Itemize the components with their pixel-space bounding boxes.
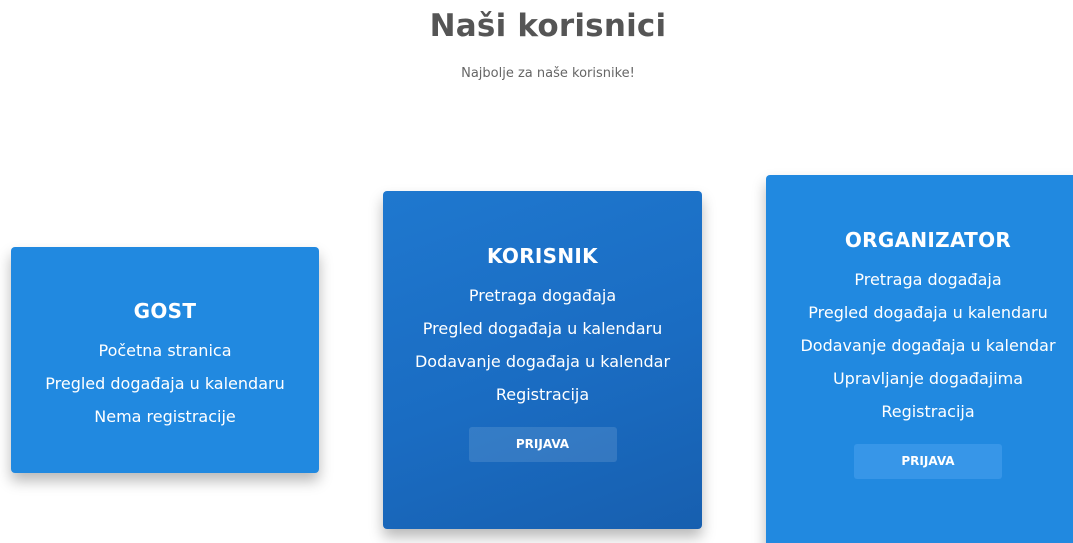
feature-item: Dodavanje događaja u kalendar: [800, 336, 1056, 355]
page: Naši korisnici Najbolje za naše korisnik…: [0, 0, 1073, 543]
feature-item: Pretraga događaja: [468, 286, 617, 305]
card-title: KORISNIK: [487, 244, 598, 268]
feature-list: Pretraga događaja Pregled događaja u kal…: [766, 269, 1073, 423]
feature-item: Registracija: [881, 402, 975, 421]
feature-item: Nema registracije: [94, 407, 236, 426]
feature-item: Pregled događaja u kalendaru: [422, 319, 663, 338]
page-subtitle: Najbolje za naše korisnike!: [461, 66, 635, 81]
feature-item: Pregled događaja u kalendaru: [808, 303, 1048, 322]
feature-item: Dodavanje događaja u kalendar: [414, 352, 671, 371]
feature-item: Pregled događaja u kalendaru: [45, 374, 285, 393]
prijava-button-organizator[interactable]: PRIJAVA: [854, 444, 1002, 479]
card-title: ORGANIZATOR: [844, 228, 1012, 252]
plan-card-gost: GOST Početna stranica Pregled događaja u…: [11, 247, 319, 473]
feature-item: Upravljanje događajima: [832, 369, 1024, 388]
prijava-button-korisnik[interactable]: PRIJAVA: [468, 427, 617, 462]
plan-card-organizator: ORGANIZATOR Pretraga događaja Pregled do…: [766, 175, 1073, 543]
feature-item: Početna stranica: [98, 341, 232, 360]
feature-item: Registracija: [495, 385, 590, 404]
section-header: Naši korisnici Najbolje za naše korisnik…: [0, 8, 1073, 81]
card-title: GOST: [133, 299, 197, 323]
feature-list: Pretraga događaja Pregled događaja u kal…: [383, 285, 702, 406]
feature-item: Pretraga događaja: [854, 270, 1002, 289]
plan-card-korisnik: KORISNIK Pretraga događaja Pregled događ…: [383, 191, 702, 529]
page-title: Naši korisnici: [429, 8, 667, 44]
feature-list: Početna stranica Pregled događaja u kale…: [11, 340, 319, 428]
